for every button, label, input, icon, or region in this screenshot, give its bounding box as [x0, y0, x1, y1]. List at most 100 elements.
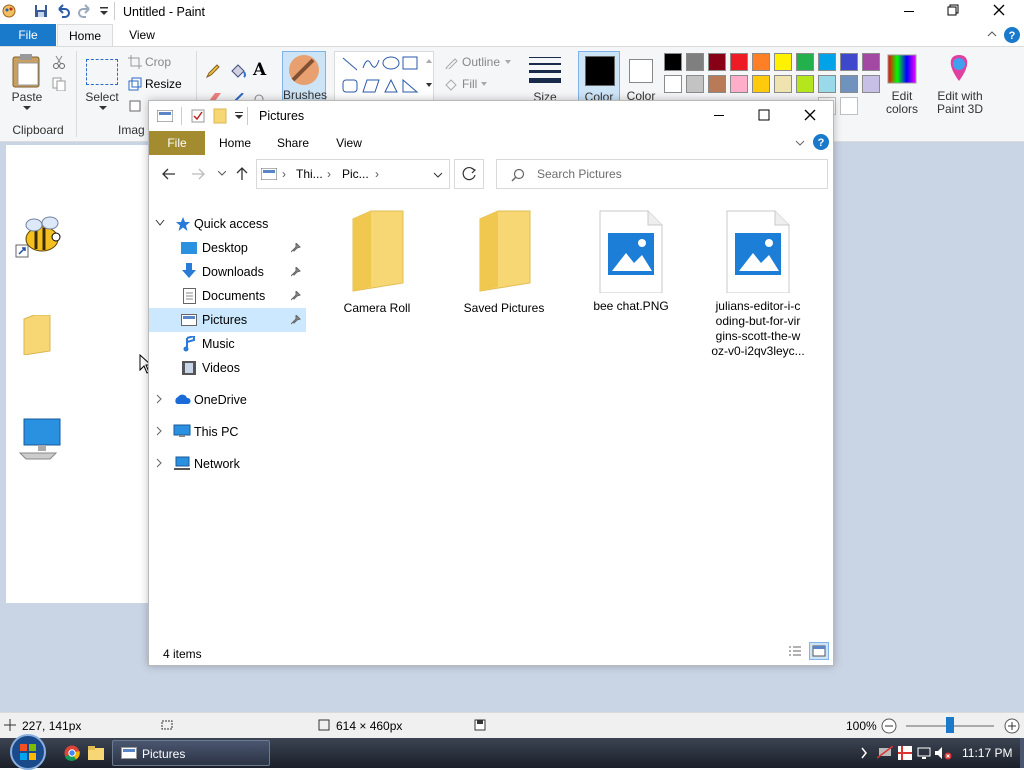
explorer-tab-share[interactable]: Share [267, 131, 319, 155]
explorer-tab-file[interactable]: File [149, 131, 205, 155]
file-item-camera-roll[interactable]: Camera Roll [317, 209, 437, 316]
color-swatch[interactable] [796, 75, 814, 93]
show-hidden-icons-icon[interactable] [860, 747, 868, 759]
file-item-julians-editor[interactable]: julians-editor-i-c oding-but-for-vir gin… [698, 209, 818, 359]
redo-icon[interactable] [78, 4, 92, 18]
color1-button[interactable]: Color [578, 51, 620, 104]
color-swatch[interactable] [862, 53, 880, 71]
quick-access-dropdown-icon[interactable] [99, 5, 109, 17]
refresh-button[interactable] [454, 159, 484, 189]
brushes-button[interactable]: Brushes [282, 51, 327, 102]
shapes-scroll-up-icon[interactable] [426, 59, 432, 63]
color-swatch[interactable] [796, 53, 814, 71]
color-swatch[interactable] [774, 75, 792, 93]
color-swatch[interactable] [752, 75, 770, 93]
color-swatch[interactable] [840, 53, 858, 71]
volume-muted-icon[interactable] [934, 746, 952, 760]
chrome-taskbar-icon[interactable] [64, 745, 80, 761]
size-icon[interactable] [528, 55, 562, 85]
explorer-tab-view[interactable]: View [323, 131, 375, 155]
drawing-canvas[interactable] [6, 145, 156, 603]
edit-with-paint3d-button[interactable]: Edit with Paint 3D [930, 90, 990, 116]
back-arrow-icon[interactable] [162, 168, 176, 180]
custom-color-swatch[interactable] [840, 97, 858, 115]
explorer-system-icon[interactable] [157, 110, 173, 122]
color-swatch[interactable] [708, 75, 726, 93]
paste-button[interactable]: Paste [8, 90, 46, 104]
color-swatch[interactable] [686, 75, 704, 93]
outline-icon[interactable] [444, 57, 458, 69]
color-swatch[interactable] [752, 53, 770, 71]
outline-dropdown-icon[interactable] [505, 60, 511, 64]
up-arrow-icon[interactable] [236, 167, 248, 181]
tab-file[interactable]: File [0, 24, 56, 46]
resize-icon[interactable] [128, 77, 142, 91]
zoom-slider-thumb[interactable] [946, 717, 954, 733]
explorer-expand-ribbon-icon[interactable] [795, 140, 805, 146]
onedrive-expand-icon[interactable] [156, 394, 162, 404]
color-swatch[interactable] [774, 53, 792, 71]
explorer-close-button[interactable] [804, 109, 816, 121]
this-pc-expand-icon[interactable] [156, 426, 162, 436]
explorer-minimize-button[interactable] [713, 107, 725, 125]
minimize-button[interactable] [903, 2, 915, 20]
search-box[interactable]: Search Pictures [496, 159, 828, 189]
edit-colors-button[interactable]: Edit colors [876, 90, 928, 116]
nav-music[interactable]: Music [202, 332, 235, 356]
nav-this-pc[interactable]: This PC [194, 420, 238, 444]
action-center-icon[interactable] [897, 745, 913, 761]
color-swatch[interactable] [686, 53, 704, 71]
edit-colors-icon[interactable] [886, 53, 918, 85]
qat-dropdown-icon[interactable] [235, 112, 243, 120]
network-expand-icon[interactable] [156, 458, 162, 468]
color-swatch[interactable] [664, 53, 682, 71]
color-swatch[interactable] [818, 53, 836, 71]
nav-downloads[interactable]: Downloads [202, 260, 264, 284]
explorer-help-icon[interactable]: ? [813, 134, 829, 150]
nav-pictures[interactable]: Pictures [202, 308, 247, 332]
pin-icon[interactable] [291, 267, 301, 277]
large-icons-view-icon[interactable] [809, 642, 829, 660]
explorer-maximize-button[interactable] [758, 109, 770, 121]
pin-icon[interactable] [291, 315, 301, 325]
rotate-icon[interactable] [128, 99, 142, 113]
outline-button[interactable]: Outline [462, 55, 500, 69]
file-item-bee-chat[interactable]: bee chat.PNG [571, 209, 691, 314]
restore-button[interactable] [947, 4, 959, 16]
forward-arrow-icon[interactable] [191, 168, 205, 180]
cut-icon[interactable] [52, 55, 66, 69]
paste-dropdown-icon[interactable] [23, 106, 31, 111]
copy-icon[interactable] [52, 77, 66, 91]
paint3d-icon[interactable] [945, 53, 973, 85]
fill-bucket-icon[interactable] [229, 63, 247, 79]
new-folder-icon[interactable] [213, 108, 227, 124]
shapes-scroll-down-icon[interactable] [426, 83, 432, 87]
color-swatch[interactable] [730, 75, 748, 93]
fill-icon[interactable] [444, 79, 458, 91]
pin-icon[interactable] [291, 243, 301, 253]
color-swatch[interactable] [708, 53, 726, 71]
resize-button[interactable]: Resize [145, 77, 182, 91]
color-swatch[interactable] [730, 53, 748, 71]
nav-desktop[interactable]: Desktop [202, 236, 248, 260]
shapes-gallery[interactable] [334, 51, 434, 103]
start-button[interactable] [6, 732, 50, 770]
clock[interactable]: 11:17 PM [962, 746, 1012, 760]
nav-quick-access[interactable]: Quick access [194, 212, 268, 236]
crop-button[interactable]: Crop [145, 55, 171, 69]
details-view-icon[interactable] [787, 643, 803, 659]
undo-icon[interactable] [56, 4, 70, 18]
text-tool-icon[interactable]: A [253, 60, 266, 80]
select-dropdown-icon[interactable] [99, 106, 107, 111]
taskbar-button-pictures[interactable]: Pictures [112, 740, 270, 766]
nav-onedrive[interactable]: OneDrive [194, 388, 247, 412]
save-icon[interactable] [34, 4, 48, 18]
display-tray-icon[interactable] [917, 746, 931, 760]
paste-icon[interactable] [10, 53, 42, 89]
tab-view[interactable]: View [114, 24, 170, 46]
address-bar[interactable]: › Thi... › Pic... › [256, 159, 450, 189]
breadcrumb-this-pc[interactable]: Thi... [296, 167, 323, 181]
zoom-out-button[interactable] [881, 718, 897, 734]
select-icon[interactable] [86, 59, 118, 85]
color-swatch[interactable] [664, 75, 682, 93]
